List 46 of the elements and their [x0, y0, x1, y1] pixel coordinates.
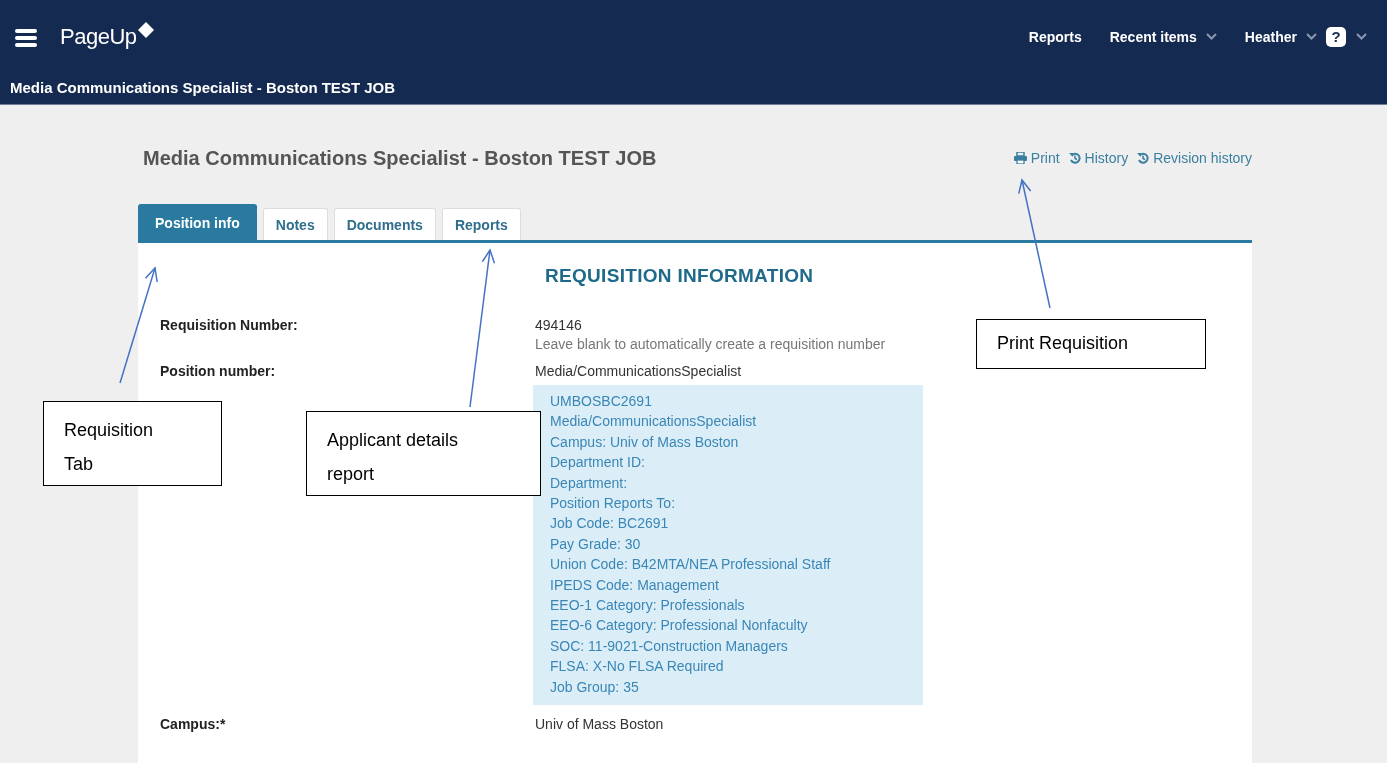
- tab[interactable]: Position info: [138, 204, 257, 240]
- field-label: Campus:*: [160, 716, 227, 733]
- detail-line: FLSA: X-No FLSA Required: [550, 657, 725, 677]
- detail-line: EEO-6 Category: Professional Nonfaculty: [550, 616, 809, 636]
- detail-line: Department:: [550, 473, 629, 493]
- printer-icon: [1013, 152, 1027, 164]
- section-heading: REQUISITION INFORMATION: [545, 265, 815, 287]
- detail-line: Position Reports To:: [550, 494, 677, 514]
- nav-menu-item[interactable]: Recent items: [1109, 28, 1217, 45]
- action-link[interactable]: History: [1068, 150, 1129, 166]
- annotation-callout: Requisition Tab: [43, 401, 222, 486]
- detail-line: Union Code: B42MTA/NEA Professional Staff: [550, 555, 832, 575]
- detail-line: Pay Grade: 30: [550, 534, 642, 554]
- detail-line: UMBOSBC2691: [550, 392, 653, 411]
- field-value: 494146: [535, 317, 582, 333]
- detail-line: Campus: Univ of Mass Boston: [550, 432, 740, 452]
- detail-line: Media/CommunicationsSpecialist: [550, 412, 758, 432]
- page-title: Media Communications Specialist - Boston TEST JOB: [143, 146, 657, 170]
- help-icon[interactable]: ?: [1326, 26, 1346, 47]
- field-hint: Leave blank to automatically create a requisition number: [535, 336, 886, 352]
- chevron-down-icon[interactable]: [1356, 33, 1367, 40]
- history-icon: [1068, 152, 1081, 164]
- action-link[interactable]: Print: [1013, 150, 1060, 166]
- detail-line: SOC: 11-9021-Construction Managers: [550, 636, 789, 656]
- detail-line: IPEDS Code: Management: [550, 575, 720, 595]
- detail-line: Department ID:: [550, 453, 646, 473]
- history-icon: [1137, 152, 1150, 164]
- nav-menu-item[interactable]: Heather: [1244, 28, 1317, 45]
- detail-line: Job Group: 35: [550, 677, 640, 697]
- tab[interactable]: Reports: [441, 208, 521, 240]
- detail-line: Job Code: BC2691: [550, 514, 670, 534]
- app-logo[interactable]: PageUp: [60, 23, 137, 50]
- annotation-callout: Applicant details report: [306, 411, 541, 496]
- diamond-icon: [137, 22, 154, 38]
- field-label: Requisition Number:: [160, 317, 299, 333]
- menu-icon[interactable]: [15, 28, 37, 47]
- field-value: Univ of Mass Boston: [535, 716, 664, 733]
- nav-menu-item[interactable]: Reports: [1028, 28, 1082, 45]
- tab[interactable]: Notes: [262, 208, 328, 240]
- page-header-title: Media Communications Specialist - Boston TEST JOB: [10, 79, 396, 96]
- tab[interactable]: Documents: [333, 208, 436, 240]
- field-label: Position number:: [160, 363, 277, 379]
- detail-line: EEO-1 Category: Professionals: [550, 596, 746, 616]
- field-value: Media/CommunicationsSpecialist: [535, 363, 742, 379]
- action-link[interactable]: Revision history: [1137, 150, 1252, 166]
- annotation-callout: Print Requisition: [976, 319, 1206, 369]
